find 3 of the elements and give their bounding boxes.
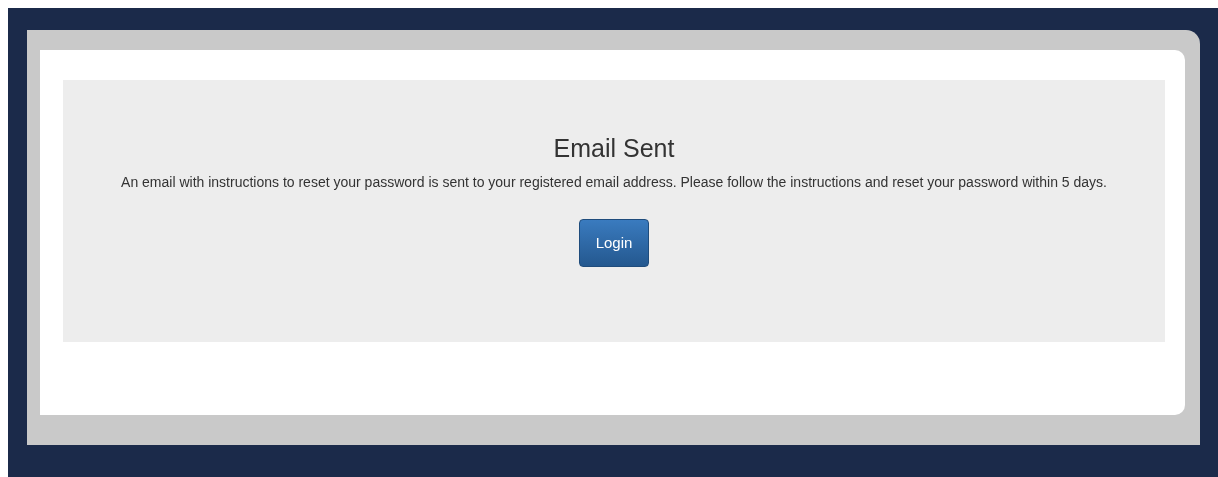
login-button[interactable]: Login xyxy=(578,219,650,267)
message-title: Email Sent xyxy=(553,133,675,163)
message-text: An email with instructions to reset your password is sent to your registered email address. Please follow the instructions and reset your password within 5 days. xyxy=(120,173,1108,192)
